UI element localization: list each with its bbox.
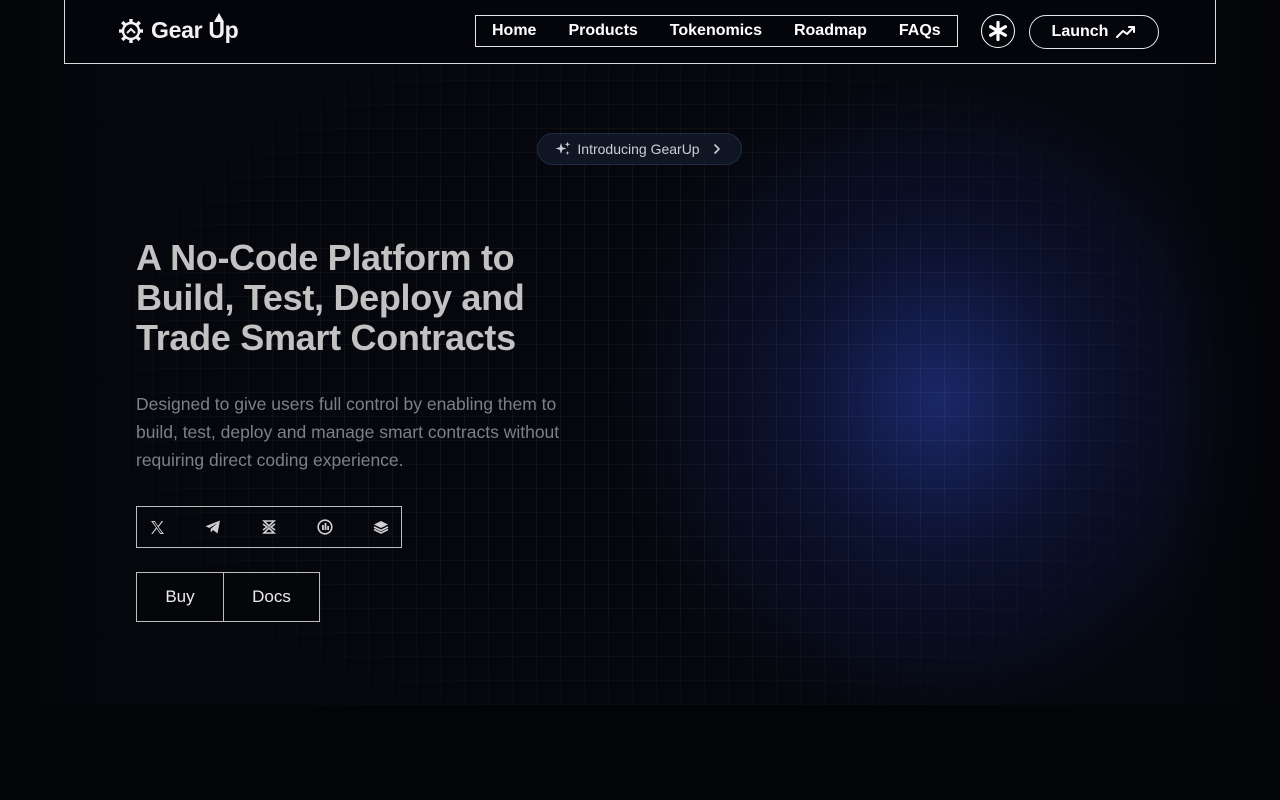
- gitbook-link[interactable]: [373, 519, 389, 535]
- site-header: Gear Up Home Products Tokenomics Roadmap…: [64, 0, 1216, 64]
- dexscreener-link[interactable]: [317, 519, 333, 535]
- main-nav: Home Products Tokenomics Roadmap FAQs: [475, 15, 958, 47]
- description-line-2: build, test, deploy and manage smart con…: [136, 422, 560, 442]
- x-icon: [150, 520, 164, 534]
- nav-tokenomics[interactable]: Tokenomics: [670, 22, 762, 40]
- arrow-up-icon: [214, 13, 224, 22]
- x-link[interactable]: [149, 519, 165, 535]
- cta-group: Buy Docs: [136, 572, 320, 622]
- gear-logo-icon: [119, 19, 143, 43]
- dextools-link[interactable]: [261, 519, 277, 535]
- telegram-link[interactable]: [205, 519, 221, 535]
- pill-label: Introducing GearUp: [577, 141, 700, 157]
- description-line-1: Designed to give users full control by e…: [136, 394, 557, 414]
- page-footer-band: [0, 705, 1280, 800]
- hero-description: Designed to give users full control by e…: [136, 390, 616, 474]
- headline-line-2: Build, Test, Deploy and: [136, 277, 525, 318]
- headline-line-1: A No-Code Platform to: [136, 237, 515, 278]
- brand-name: Gear Up: [151, 16, 239, 43]
- buy-button[interactable]: Buy: [137, 573, 224, 621]
- headline-line-3: Trade Smart Contracts: [136, 317, 516, 358]
- brand-logo[interactable]: Gear Up: [117, 12, 239, 48]
- chevron-right-icon: [713, 144, 720, 154]
- hero-headline: A No-Code Platform to Build, Test, Deplo…: [136, 238, 656, 358]
- gitbook-icon: [373, 521, 389, 534]
- dextools-icon: [262, 520, 276, 534]
- introducing-pill[interactable]: Introducing GearUp: [537, 133, 742, 165]
- dexscreener-icon: [317, 519, 333, 535]
- docs-button[interactable]: Docs: [224, 573, 319, 621]
- nav-faqs[interactable]: FAQs: [899, 22, 941, 40]
- nav-roadmap[interactable]: Roadmap: [794, 22, 867, 40]
- nav-home[interactable]: Home: [492, 22, 536, 40]
- social-links: [136, 506, 402, 548]
- trending-up-icon: [1116, 26, 1136, 38]
- linktree-button[interactable]: [981, 14, 1015, 48]
- description-line-3: requiring direct coding experience.: [136, 450, 404, 470]
- launch-label: Launch: [1051, 23, 1109, 40]
- asterisk-icon: [988, 20, 1007, 42]
- launch-button[interactable]: Launch: [1029, 15, 1159, 49]
- sparkles-icon: [555, 141, 571, 155]
- nav-products[interactable]: Products: [568, 22, 637, 40]
- telegram-icon: [205, 520, 220, 534]
